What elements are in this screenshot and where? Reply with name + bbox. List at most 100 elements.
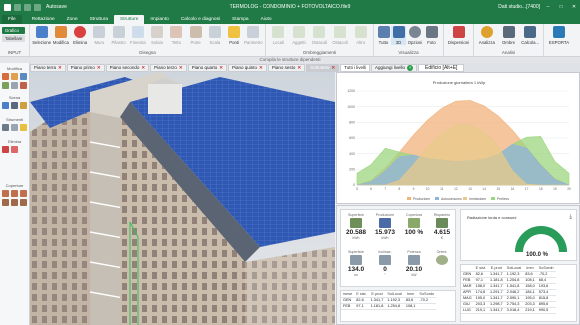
table-cell: 990,5 — [536, 307, 556, 314]
aggetti-button[interactable]: Aggetti — [289, 26, 310, 45]
minimize-icon[interactable]: – — [544, 4, 552, 10]
zoom-icon[interactable] — [20, 102, 27, 109]
mirror-icon[interactable] — [2, 82, 9, 89]
legend-label: Autoconsumo — [441, 197, 462, 201]
legend-swatch — [407, 197, 411, 200]
tab-strutture[interactable]: Strutture — [114, 15, 145, 24]
copy-icon[interactable] — [20, 73, 27, 80]
maximize-icon[interactable]: □ — [557, 4, 565, 10]
gable-icon[interactable] — [11, 199, 18, 206]
modifica-button[interactable]: Modifica — [51, 26, 70, 45]
orbit-icon[interactable] — [2, 102, 9, 109]
close-icon[interactable]: ✕ — [97, 65, 101, 71]
ponti-button[interactable]: Ponti — [225, 26, 244, 45]
redo-icon[interactable] — [34, 3, 41, 11]
close-icon[interactable]: ✕ — [297, 65, 301, 71]
tab-rettazione[interactable]: Rettazione — [26, 15, 61, 24]
tab-calcolo[interactable]: Calcolo e diagnosi — [175, 15, 226, 24]
finestra-button[interactable]: Finestra — [128, 26, 147, 45]
close-icon[interactable]: ✕ — [570, 4, 578, 10]
tutto-button[interactable]: Tutto — [376, 26, 391, 45]
gable-icon[interactable] — [20, 199, 27, 206]
tab-zone[interactable]: Zone — [61, 15, 84, 24]
porte-button[interactable]: Porte — [186, 26, 205, 45]
close-icon[interactable]: ✕ — [331, 65, 335, 71]
all-levels-button[interactable]: Tutti i livelli — [340, 63, 371, 72]
trash-icon[interactable] — [11, 146, 18, 153]
floor-tab[interactable]: Piano quarto ✕ — [187, 63, 228, 72]
align-icon[interactable] — [11, 82, 18, 89]
autosave-toggle[interactable]: Autosave — [46, 4, 67, 10]
erase-icon[interactable] — [2, 146, 9, 153]
measure-icon[interactable] — [2, 124, 9, 131]
parimetro-button[interactable]: Parimetro — [244, 26, 263, 45]
gauge-inner-label: 100.0 — [536, 242, 547, 247]
tab-stampa[interactable]: Stampa — [226, 15, 255, 24]
foto-button[interactable]: Foto — [424, 26, 439, 45]
x-tick-label: 12 — [454, 187, 458, 191]
floor-tab[interactable]: Piano secondo ✕ — [105, 63, 150, 72]
locali-button[interactable]: Locali — [268, 26, 289, 45]
view-3d-button[interactable]: 3D — [391, 26, 406, 45]
roof-icon[interactable] — [2, 190, 9, 197]
move-icon[interactable] — [2, 73, 9, 80]
light-icon[interactable] — [20, 124, 27, 131]
close-icon[interactable]: ✕ — [141, 65, 145, 71]
ostacoli-button[interactable]: Ostacoli — [309, 26, 330, 45]
tab-file[interactable]: File — [2, 15, 22, 24]
3d-viewport[interactable] — [30, 72, 335, 325]
grafico-button[interactable]: Grafico — [2, 27, 26, 34]
opzioni-button[interactable]: Opzioni — [406, 26, 424, 45]
altro-button[interactable]: Altro — [350, 26, 371, 45]
solaio-button[interactable]: Solaio — [148, 26, 167, 45]
undo-icon[interactable] — [24, 3, 31, 11]
esporta-button[interactable]: ESPORTA — [546, 26, 572, 45]
floor-tab[interactable]: Piano terzo ✕ — [150, 63, 187, 72]
add-level-button[interactable]: Aggiungi livello + — [371, 63, 418, 72]
calcola-button[interactable]: Calcola... — [519, 26, 541, 45]
analizza-button[interactable]: Analizza — [476, 26, 498, 45]
section-icon[interactable] — [11, 124, 18, 131]
muro-button[interactable]: Muro — [90, 26, 109, 45]
dispersioni-button[interactable]: Dispersioni — [446, 26, 471, 45]
gable-icon[interactable] — [2, 199, 9, 206]
x-tick-label: 14 — [482, 187, 486, 191]
array-icon[interactable] — [20, 82, 27, 89]
save-icon[interactable] — [14, 3, 21, 11]
roof-icon[interactable] — [11, 190, 18, 197]
roof-icon[interactable] — [20, 190, 27, 197]
tetto-button[interactable]: Tetto — [167, 26, 186, 45]
rotate-icon[interactable] — [11, 73, 18, 80]
close-icon[interactable]: ✕ — [219, 65, 223, 71]
floor-tab[interactable]: Piano quinto ✕ — [228, 63, 267, 72]
floor-tab[interactable]: Piano sesto ✕ — [267, 63, 306, 72]
ostacoli-2-button[interactable]: Ostacoli — [330, 26, 351, 45]
floor-tab[interactable]: Piano terra ✕ — [30, 63, 66, 72]
user-label[interactable]: Dati studio...[7400] — [498, 4, 540, 10]
close-icon[interactable]: ✕ — [58, 65, 62, 71]
floor-tab[interactable]: Piano primo ✕ — [66, 63, 105, 72]
close-icon[interactable]: ✕ — [259, 65, 263, 71]
close-icon[interactable]: ✕ — [179, 65, 183, 71]
pilastro-button[interactable]: Pilastro — [109, 26, 128, 45]
overhang-icon — [292, 26, 305, 38]
disegna-group: Selezione Modifica Elimina Muro Pilastro… — [30, 24, 266, 56]
x-tick-label: 20 — [567, 187, 571, 191]
scala-button[interactable]: Scala — [205, 26, 224, 45]
chart-legend: Produzione Autoconsumo Immissione Prelievo — [407, 197, 509, 201]
table-cell: 1.341,7 — [488, 307, 505, 314]
floor-tab-active[interactable]: Sottotetto ✕ — [306, 63, 340, 72]
table-cell: 3.018,4 — [504, 307, 524, 314]
tab-impianto[interactable]: Impianto — [144, 15, 174, 24]
floor-tab-label: Piano secondo — [109, 65, 140, 70]
ombre-button[interactable]: Ombre — [498, 26, 520, 45]
y-tick-label: 400 — [349, 152, 355, 156]
building-tab[interactable]: Edificio [Alt+E] — [418, 63, 465, 72]
tabellare-button[interactable]: Tabellare — [2, 35, 26, 42]
elimina-tools — [0, 146, 29, 153]
selezione-button[interactable]: Selezione — [32, 26, 51, 45]
tab-aiuto[interactable]: Aiuto — [255, 15, 278, 24]
pan-icon[interactable] — [11, 102, 18, 109]
tab-struttura[interactable]: Struttura — [84, 15, 114, 24]
elimina-button[interactable]: Elimina — [71, 26, 90, 45]
